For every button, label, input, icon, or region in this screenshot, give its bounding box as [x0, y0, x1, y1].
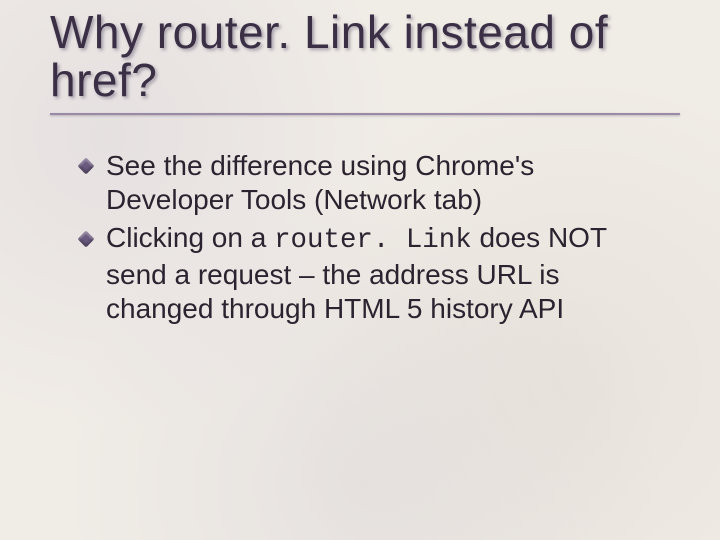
- bullet-text: Clicking on a: [106, 222, 274, 253]
- list-item: Clicking on a router. Link does NOT send…: [80, 221, 640, 326]
- title-underline: [50, 113, 680, 115]
- list-item: See the difference using Chrome's Develo…: [80, 149, 640, 220]
- slide: Why router. Link instead of href? See th…: [0, 0, 720, 540]
- bullet-text: See the difference using Chrome's Develo…: [106, 150, 534, 215]
- slide-title: Why router. Link instead of href?: [50, 8, 680, 105]
- bullet-list: See the difference using Chrome's Develo…: [80, 149, 640, 326]
- bullet-code: router. Link: [274, 225, 472, 256]
